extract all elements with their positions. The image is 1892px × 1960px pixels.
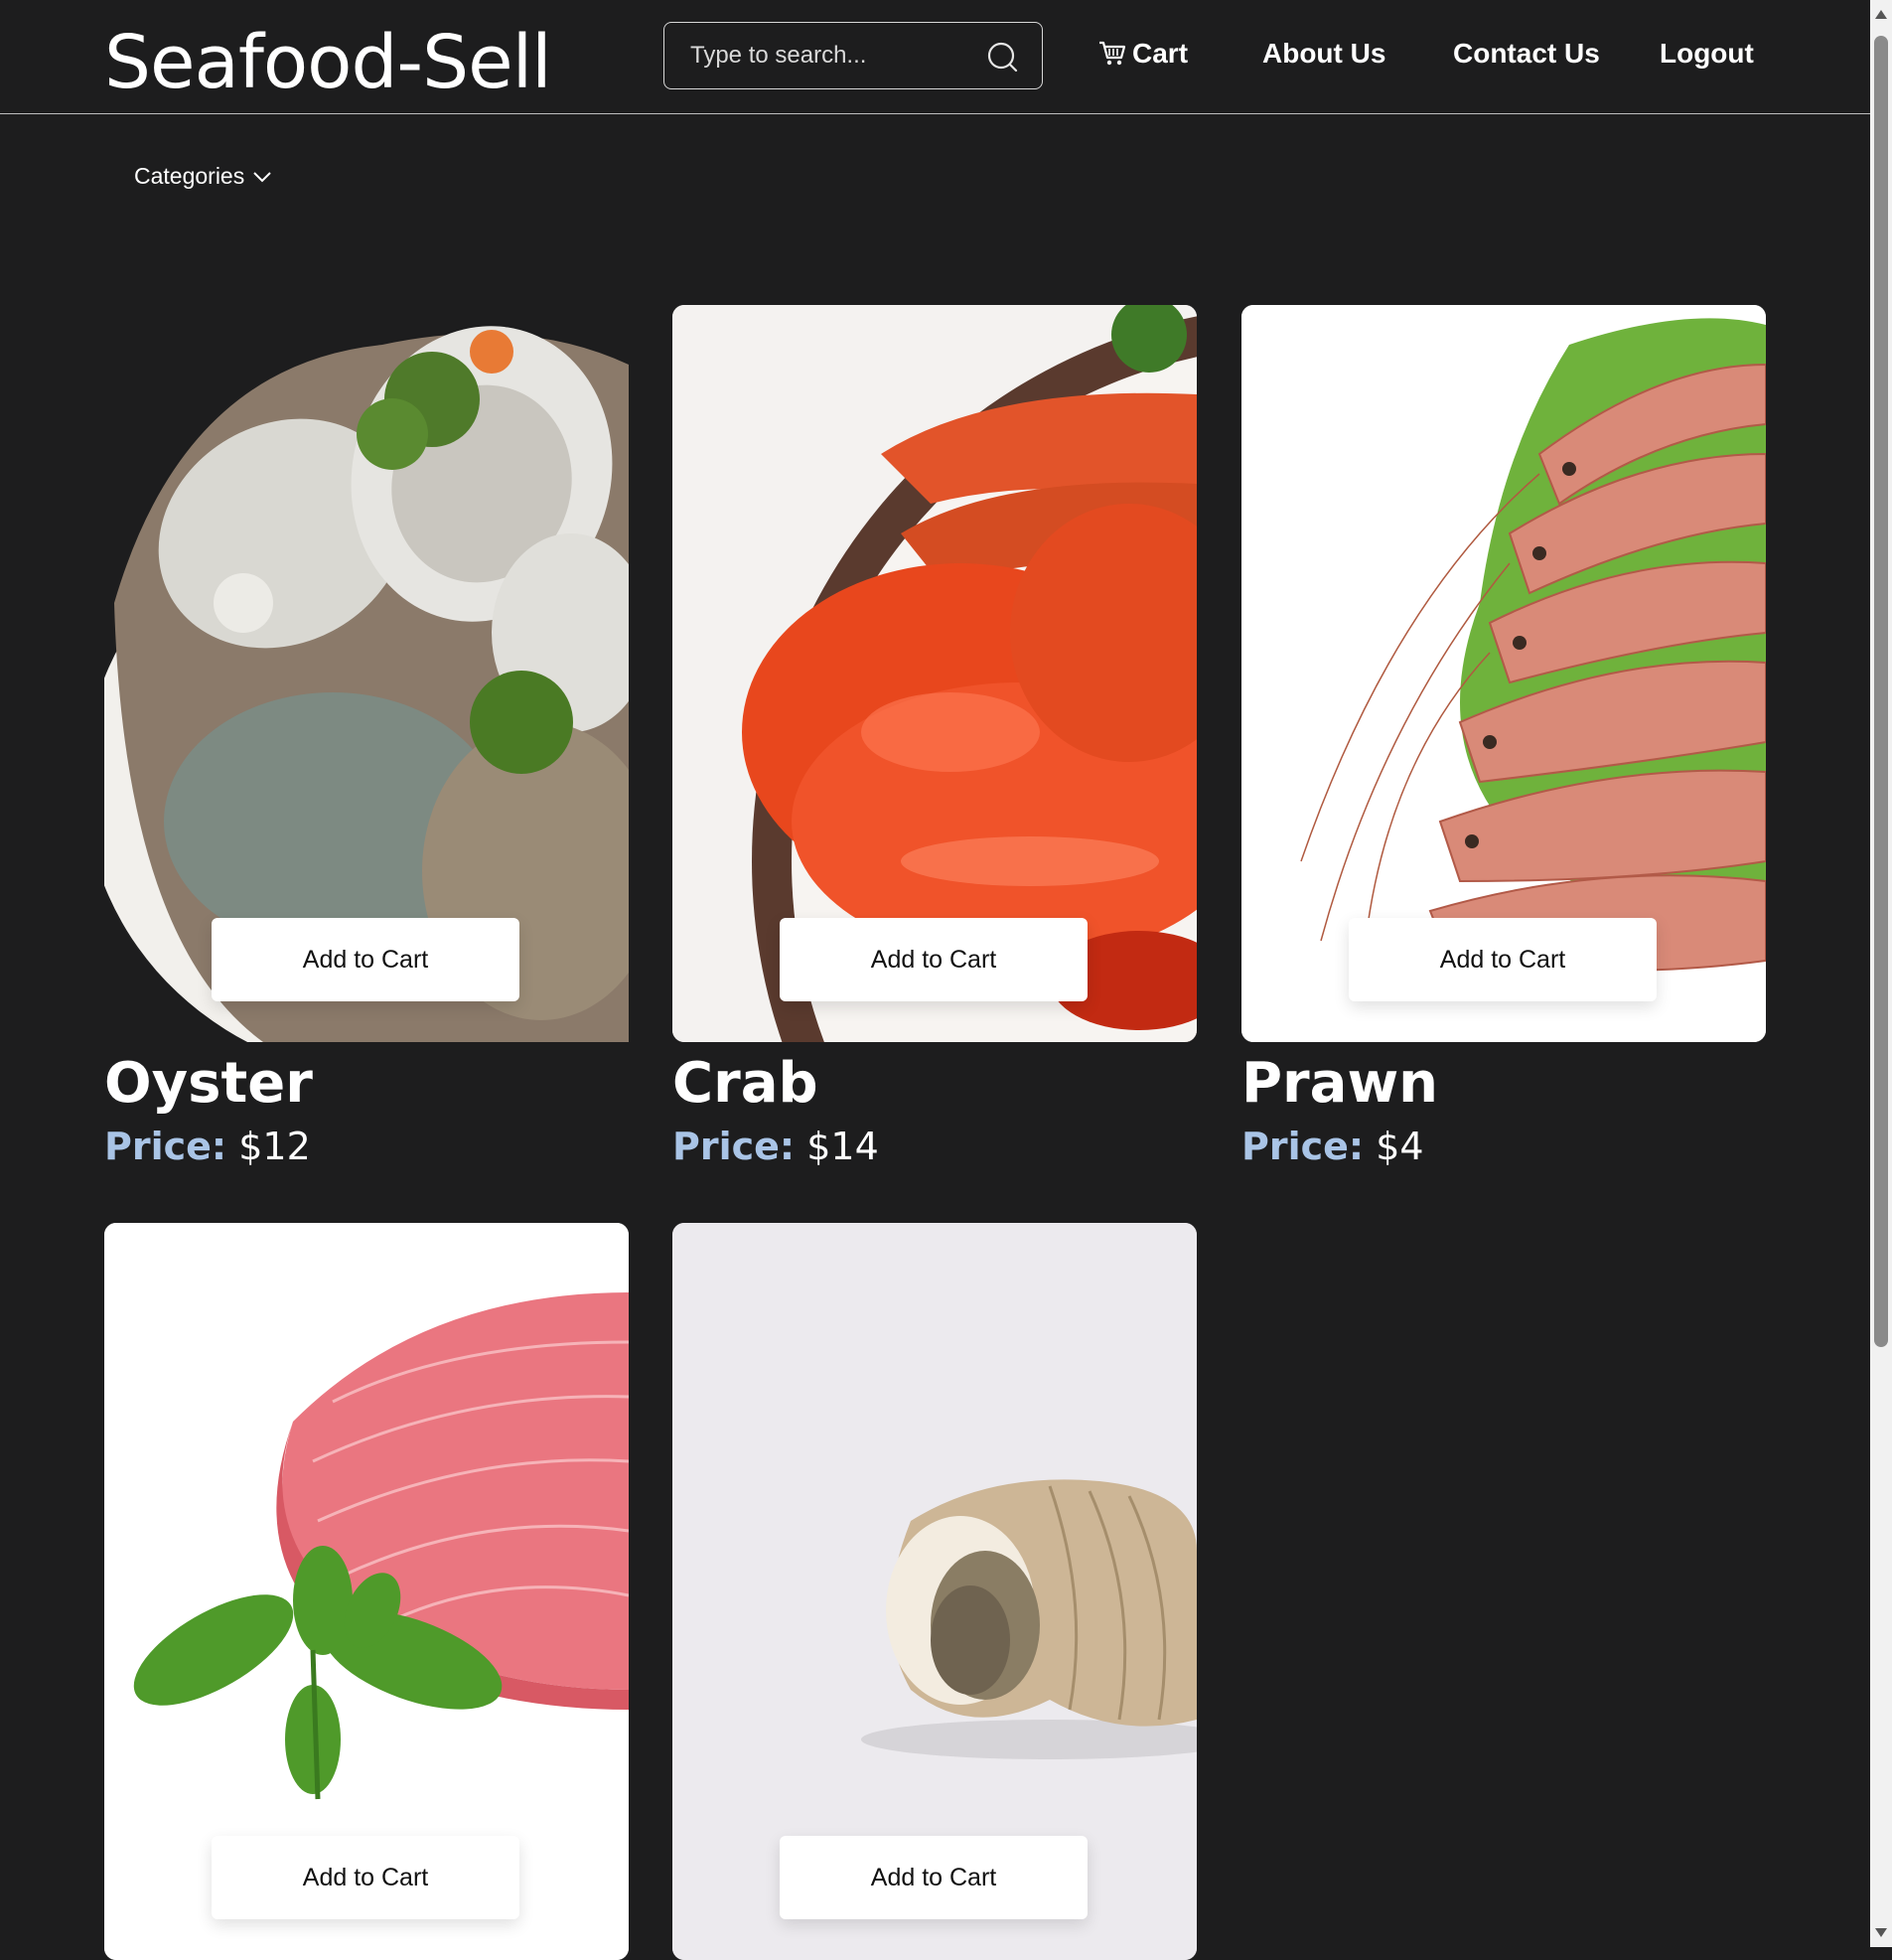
nav-cart[interactable]: Cart: [1098, 34, 1188, 74]
product-name: Crab: [672, 1051, 818, 1116]
add-to-cart-button[interactable]: Add to Cart: [212, 918, 519, 1001]
product-image-tuna[interactable]: Add to Cart: [104, 1223, 629, 1960]
product-image-prawn[interactable]: Add to Cart: [1241, 305, 1766, 1042]
product-price: Price: $12: [104, 1120, 629, 1173]
add-to-cart-button[interactable]: Add to Cart: [212, 1836, 519, 1919]
cart-icon: [1099, 41, 1126, 66]
price-value: $14: [806, 1125, 879, 1168]
nav-about-us[interactable]: About Us: [1262, 34, 1385, 74]
page-scrollbar[interactable]: [1870, 0, 1892, 1947]
scrollbar-thumb[interactable]: [1874, 36, 1888, 1347]
chevron-down-icon: [253, 171, 271, 182]
price-value: $12: [238, 1125, 311, 1168]
price-label: Price:: [1241, 1125, 1365, 1168]
product-price: Price: $4: [1241, 1120, 1766, 1173]
search-icon[interactable]: [986, 41, 1018, 73]
product-image-oyster[interactable]: Add to Cart: [104, 305, 629, 1042]
search-input[interactable]: [688, 23, 970, 88]
nav-logout[interactable]: Logout: [1660, 34, 1754, 74]
scroll-up-arrow-icon[interactable]: [1875, 10, 1887, 19]
brand-logo[interactable]: Seafood-Sell: [104, 18, 552, 107]
add-to-cart-button[interactable]: Add to Cart: [780, 918, 1088, 1001]
price-value: $4: [1376, 1125, 1424, 1168]
product-image-whelk[interactable]: Add to Cart: [672, 1223, 1197, 1960]
product-image-crab[interactable]: Add to Cart: [672, 305, 1197, 1042]
product-card-whelk: Add to Cart: [672, 1223, 1197, 1960]
product-name: Oyster: [104, 1051, 313, 1116]
scroll-down-arrow-icon[interactable]: [1875, 1928, 1887, 1937]
top-navbar: Seafood-Sell Cart About Us Contact Us Lo…: [0, 0, 1870, 114]
categories-dropdown[interactable]: Categories: [134, 163, 272, 190]
categories-label: Categories: [134, 163, 245, 189]
nav-contact-us[interactable]: Contact Us: [1453, 34, 1600, 74]
product-card-tuna: Add to Cart: [104, 1223, 629, 1960]
add-to-cart-button[interactable]: Add to Cart: [1349, 918, 1657, 1001]
product-card-oyster: Add to Cart Oyster Price: $12: [104, 305, 629, 1173]
add-to-cart-button[interactable]: Add to Cart: [780, 1836, 1088, 1919]
search-box: [663, 22, 1043, 89]
product-price: Price: $14: [672, 1120, 1197, 1173]
product-card-prawn: Add to Cart Prawn Price: $4: [1241, 305, 1766, 1173]
price-label: Price:: [104, 1125, 227, 1168]
nav-cart-label: Cart: [1132, 38, 1189, 69]
product-name: Prawn: [1241, 1051, 1439, 1116]
product-card-crab: Add to Cart Crab Price: $14: [672, 305, 1197, 1173]
price-label: Price:: [672, 1125, 796, 1168]
